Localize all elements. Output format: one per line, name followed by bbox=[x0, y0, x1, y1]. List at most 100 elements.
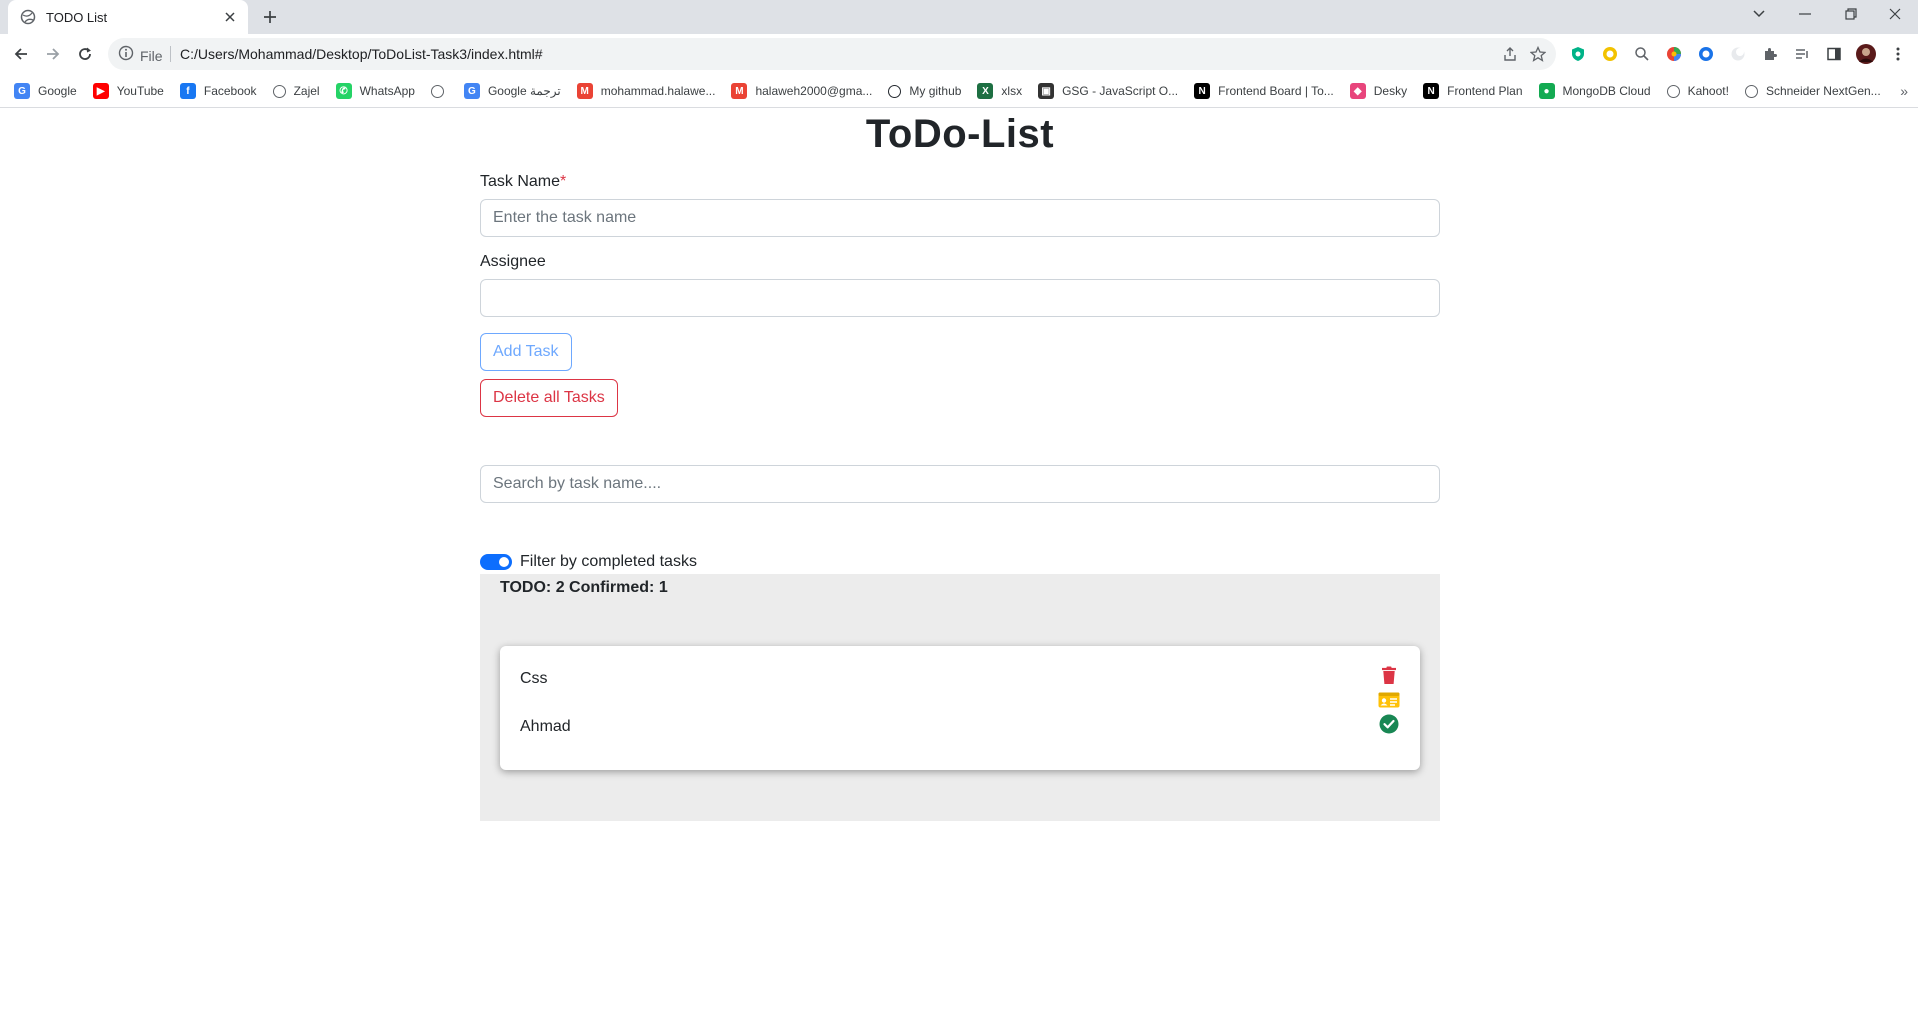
tab-search-icon[interactable] bbox=[1736, 0, 1782, 28]
bookmark-item[interactable]: ◆ Desky bbox=[1349, 83, 1408, 99]
bookmark-item[interactable]: Mmohammad.halawe... bbox=[576, 83, 715, 99]
notion-icon: N bbox=[1423, 83, 1440, 99]
page-title: ToDo-List bbox=[865, 112, 1055, 156]
desky-icon: ◆ bbox=[1349, 83, 1366, 99]
new-tab-button[interactable] bbox=[258, 5, 282, 29]
trash-icon[interactable] bbox=[1378, 664, 1400, 686]
site-info-label: File bbox=[140, 47, 163, 64]
star-icon[interactable] bbox=[1529, 45, 1547, 63]
site-info-button[interactable]: File bbox=[118, 45, 163, 66]
address-bar[interactable]: File C:/Users/Mohammad/Desktop/ToDoList-… bbox=[108, 38, 1556, 70]
bookmark-item[interactable]: Zajel bbox=[272, 84, 320, 98]
bookmark-item[interactable]: My github bbox=[888, 84, 961, 98]
extension-shield-icon[interactable] bbox=[1568, 44, 1588, 64]
bookmark-label: WhatsApp bbox=[359, 84, 415, 98]
bookmark-label: Zajel bbox=[293, 84, 320, 98]
forward-arrow-icon[interactable] bbox=[41, 42, 65, 66]
bookmark-item[interactable]: ● MongoDB Cloud bbox=[1538, 83, 1651, 99]
close-icon[interactable] bbox=[222, 9, 238, 25]
search-input[interactable] bbox=[480, 465, 1440, 503]
bookmark-item[interactable]: G Google ترجمة bbox=[463, 83, 561, 99]
reload-icon[interactable] bbox=[73, 42, 97, 66]
globe-icon bbox=[1666, 84, 1680, 98]
side-panel-icon[interactable] bbox=[1824, 44, 1844, 64]
google-icon: G bbox=[14, 83, 30, 99]
browser-tab[interactable]: TODO List bbox=[8, 0, 248, 34]
extension-moon-icon[interactable] bbox=[1728, 44, 1748, 64]
mongodb-icon: ● bbox=[1538, 83, 1555, 99]
id-card-icon[interactable] bbox=[1378, 689, 1400, 711]
extension-blue-icon[interactable] bbox=[1696, 44, 1716, 64]
back-arrow-icon[interactable] bbox=[9, 42, 33, 66]
address-divider bbox=[170, 46, 171, 62]
close-window-icon[interactable] bbox=[1872, 0, 1918, 28]
assignee-label: Assignee bbox=[480, 253, 546, 270]
task-name-input[interactable] bbox=[480, 199, 1440, 237]
bookmark-label: Desky bbox=[1373, 84, 1408, 98]
task-card: Css Ahmad bbox=[500, 646, 1420, 770]
filter-completed-row: Filter by completed tasks bbox=[480, 552, 1440, 572]
bookmark-item[interactable]: Xxlsx bbox=[977, 83, 1022, 99]
bookmark-item[interactable]: N Frontend Board | To... bbox=[1194, 83, 1334, 99]
bookmark-item[interactable]: Kahoot! bbox=[1666, 84, 1729, 98]
bookmark-item[interactable]: N Frontend Plan bbox=[1423, 83, 1523, 99]
task-assignee: Ahmad bbox=[520, 718, 571, 735]
filter-completed-toggle[interactable] bbox=[480, 554, 512, 570]
notion-icon: N bbox=[1194, 83, 1211, 99]
share-icon[interactable] bbox=[1501, 45, 1519, 63]
task-name-label: Task Name* bbox=[480, 173, 1440, 191]
bookmark-item[interactable]: Schneider NextGen... bbox=[1744, 84, 1881, 98]
add-task-button[interactable]: Add Task bbox=[480, 333, 572, 371]
bookmark-label: Facebook bbox=[203, 84, 257, 98]
bookmarks-overflow-button[interactable]: » bbox=[1900, 83, 1908, 99]
puzzle-icon[interactable] bbox=[1760, 44, 1780, 64]
delete-all-tasks-button[interactable]: Delete all Tasks bbox=[480, 379, 618, 417]
bookmark-item[interactable]: ▶ YouTube bbox=[92, 83, 164, 99]
extension-search-icon[interactable] bbox=[1632, 44, 1652, 64]
extension-circle-icon[interactable] bbox=[1600, 44, 1620, 64]
globe-icon bbox=[1744, 84, 1758, 98]
kebab-menu-icon[interactable] bbox=[1888, 44, 1908, 64]
filter-completed-label[interactable]: Filter by completed tasks bbox=[520, 553, 697, 571]
assignee-input[interactable] bbox=[480, 279, 1440, 317]
required-mark: * bbox=[560, 173, 567, 190]
github-icon bbox=[888, 84, 902, 98]
globe-icon bbox=[20, 9, 36, 25]
extension-color-icon[interactable] bbox=[1664, 44, 1684, 64]
bookmark-item[interactable]: Mhalaweh2000@gma... bbox=[731, 83, 872, 99]
task-name: Css bbox=[520, 670, 548, 687]
bookmark-label: GSG - JavaScript O... bbox=[1062, 84, 1179, 98]
excel-icon: X bbox=[977, 83, 994, 99]
tasks-panel: TODO: 2 Confirmed: 1 Css Ahmad bbox=[480, 574, 1440, 821]
bookmark-label: My github bbox=[909, 84, 962, 98]
tab-title: TODO List bbox=[46, 9, 108, 25]
bookmark-label: Schneider NextGen... bbox=[1765, 84, 1881, 98]
reading-list-icon[interactable] bbox=[1792, 44, 1812, 64]
facebook-icon: f bbox=[179, 83, 196, 99]
gmail-icon: M bbox=[576, 83, 593, 99]
bookmark-item[interactable]: f Facebook bbox=[179, 83, 257, 99]
url-text[interactable]: C:/Users/Mohammad/Desktop/ToDoList-Task3… bbox=[180, 46, 543, 62]
bookmark-label: Google bbox=[38, 84, 77, 98]
task-counts: TODO: 2 Confirmed: 1 bbox=[500, 579, 668, 596]
globe-icon bbox=[272, 84, 286, 98]
bookmarks-bar: G Google ▶ YouTube f Facebook Zajel ✆ WhatsApp G G… bbox=[0, 75, 1918, 108]
gmail-icon: M bbox=[731, 83, 748, 99]
restore-icon[interactable] bbox=[1828, 0, 1874, 28]
whatsapp-icon: ✆ bbox=[335, 83, 352, 99]
bookmark-item[interactable]: ✆ WhatsApp bbox=[335, 83, 415, 99]
check-circle-icon[interactable] bbox=[1378, 713, 1400, 735]
bookmark-label: Google ترجمة bbox=[487, 84, 561, 98]
minimize-icon[interactable] bbox=[1782, 0, 1828, 28]
todo-container: ToDo-List Task Name* Assignee Add Task D… bbox=[480, 109, 1440, 821]
translate-icon: G bbox=[463, 83, 480, 99]
task-name-label-text: Task Name bbox=[480, 173, 561, 190]
bookmark-item[interactable]: G Google bbox=[14, 83, 77, 99]
bookmark-item[interactable]: ▣ GSG - JavaScript O... bbox=[1038, 83, 1178, 99]
bookmark-label: xlsx bbox=[1001, 84, 1023, 98]
globe-icon bbox=[430, 84, 444, 98]
bookmark-item[interactable] bbox=[430, 84, 452, 98]
bookmark-label: YouTube bbox=[116, 84, 164, 98]
bookmark-label: Frontend Board | To... bbox=[1218, 84, 1334, 98]
avatar[interactable] bbox=[1856, 44, 1876, 64]
